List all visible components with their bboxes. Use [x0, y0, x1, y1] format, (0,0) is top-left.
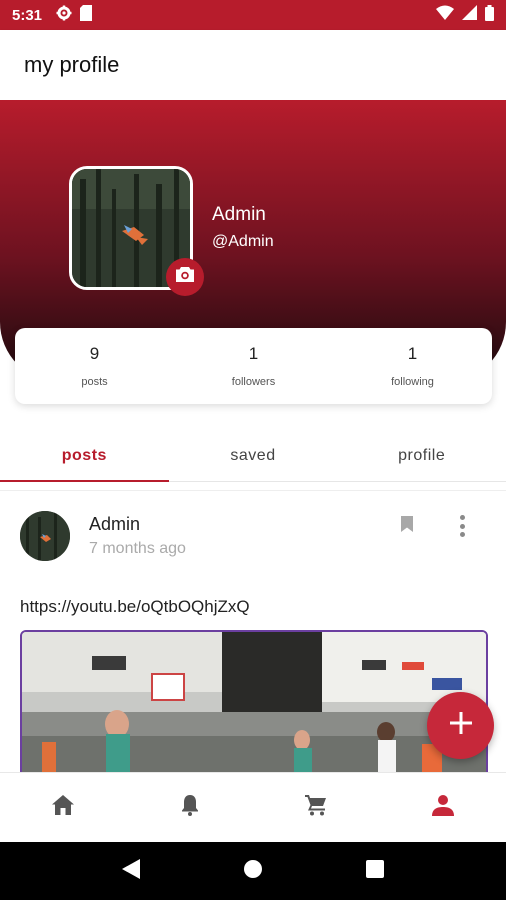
- stat-following[interactable]: 1 following: [333, 328, 492, 404]
- nav-profile[interactable]: [380, 773, 506, 842]
- profile-handle: @Admin: [212, 233, 274, 250]
- plus-icon: [449, 712, 472, 739]
- gym-photo: [22, 632, 486, 772]
- tab-saved[interactable]: saved: [169, 430, 338, 481]
- stat-label: posts: [81, 376, 108, 388]
- tab-profile[interactable]: profile: [337, 430, 506, 481]
- profile-name: Admin: [212, 204, 266, 225]
- post-video-thumbnail[interactable]: [20, 630, 488, 772]
- bell-icon: [181, 794, 199, 821]
- stat-posts[interactable]: 9 posts: [15, 328, 174, 404]
- post-author[interactable]: Admin: [89, 514, 140, 535]
- back-icon[interactable]: [121, 858, 140, 884]
- avatar-photo: [20, 511, 70, 561]
- post-text[interactable]: https://youtu.be/oQtbOQhjZxQ: [20, 597, 250, 617]
- more-vert-dot: [459, 532, 465, 537]
- camera-icon: [175, 266, 195, 288]
- home-icon: [52, 795, 75, 820]
- stat-label: following: [391, 376, 434, 388]
- page-title: my profile: [24, 52, 120, 77]
- app-bar: my profile: [0, 30, 506, 100]
- system-navigation-bar: [0, 842, 506, 900]
- recents-icon[interactable]: [366, 859, 385, 883]
- post-timestamp: 7 months ago: [89, 540, 186, 557]
- add-post-button[interactable]: [427, 692, 494, 759]
- nav-home[interactable]: [0, 773, 127, 842]
- more-vert-dot: [459, 523, 465, 529]
- more-vert-icon: [459, 515, 465, 520]
- nav-notifications[interactable]: [127, 773, 254, 842]
- status-time: 5:31: [12, 6, 43, 24]
- wifi-icon: [436, 5, 454, 25]
- profile-tabs: posts saved profile: [0, 430, 506, 482]
- stat-value: 1: [407, 344, 418, 363]
- bookmark-icon: [400, 516, 414, 537]
- bookmark-button[interactable]: [400, 515, 420, 537]
- sim-card-icon: [80, 4, 93, 26]
- tab-posts[interactable]: posts: [0, 430, 169, 482]
- stat-value: 9: [89, 344, 100, 363]
- signal-icon: [462, 5, 477, 25]
- status-bar: 5:31: [0, 0, 506, 30]
- stat-value: 1: [248, 344, 259, 363]
- nav-cart[interactable]: [253, 773, 380, 842]
- avatar[interactable]: [20, 511, 70, 561]
- stat-label: followers: [231, 376, 276, 388]
- settings-icon: [56, 5, 72, 26]
- stat-followers[interactable]: 1 followers: [174, 328, 333, 404]
- home-circle-icon[interactable]: [243, 859, 263, 884]
- change-photo-button[interactable]: [166, 258, 204, 296]
- more-options-button[interactable]: [452, 513, 472, 539]
- person-icon: [431, 794, 454, 821]
- bottom-navigation: [0, 772, 506, 842]
- stats-card: 9 posts 1 followers 1 following: [15, 328, 492, 404]
- battery-icon: [485, 4, 494, 26]
- cart-icon: [305, 794, 327, 821]
